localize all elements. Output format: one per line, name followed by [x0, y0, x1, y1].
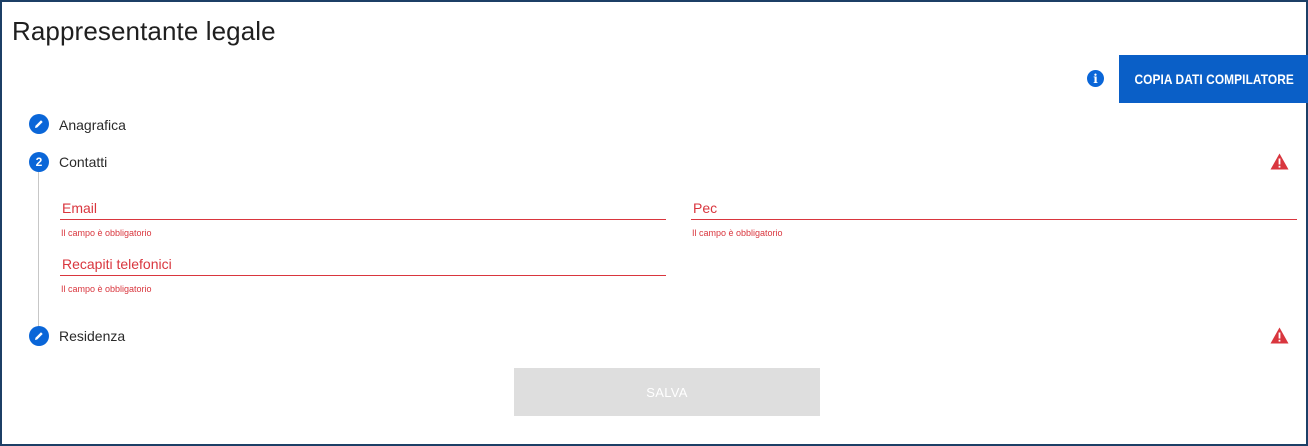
legal-representative-panel: Rappresentante legale i COPIA DATI COMPI…	[0, 0, 1308, 446]
stepper-line	[38, 170, 39, 330]
email-underline	[60, 219, 666, 220]
step-residenza[interactable]: Residenza	[59, 328, 125, 344]
warning-icon	[1270, 153, 1289, 170]
phone-label: Recapiti telefonici	[62, 256, 172, 272]
email-field[interactable]: Email	[60, 200, 666, 220]
copy-compiler-data-button[interactable]: COPIA DATI COMPILATORE	[1119, 55, 1308, 103]
pec-label: Pec	[693, 200, 718, 216]
pec-error: Il campo è obbligatorio	[692, 228, 783, 238]
phone-underline	[60, 275, 666, 276]
phone-error: Il campo è obbligatorio	[61, 284, 152, 294]
warning-icon	[1270, 327, 1289, 344]
step-number-badge: 2	[29, 152, 49, 172]
email-error: Il campo è obbligatorio	[61, 228, 152, 238]
pec-underline	[691, 219, 1297, 220]
email-label: Email	[62, 200, 98, 216]
save-button[interactable]: SALVA	[514, 368, 820, 416]
pencil-icon	[29, 326, 49, 346]
page-title: Rappresentante legale	[12, 16, 276, 46]
step-anagrafica[interactable]: Anagrafica	[59, 117, 126, 133]
info-icon[interactable]: i	[1087, 70, 1104, 87]
phone-field[interactable]: Recapiti telefonici	[60, 256, 666, 276]
pencil-icon	[29, 114, 49, 134]
pec-field[interactable]: Pec	[691, 200, 1297, 220]
step-contatti[interactable]: Contatti	[59, 154, 107, 170]
